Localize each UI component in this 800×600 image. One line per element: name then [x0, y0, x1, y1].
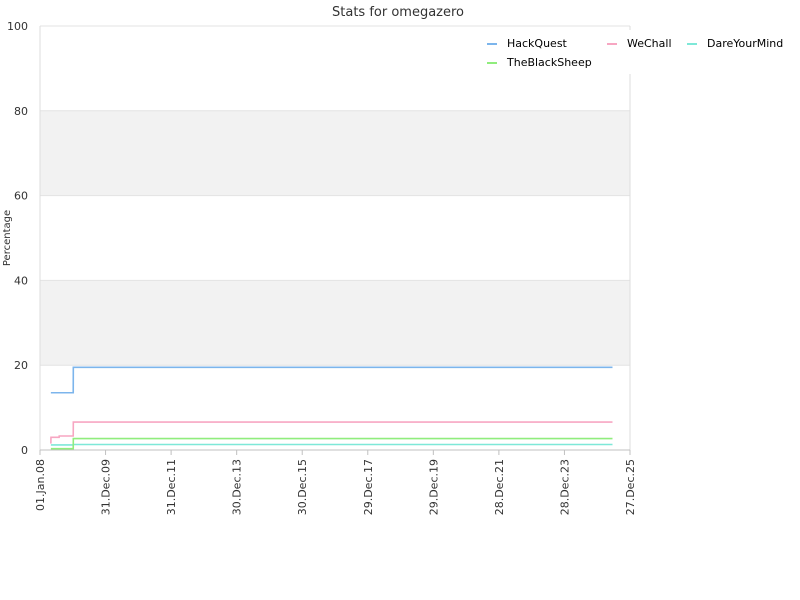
legend-label: DareYourMind: [707, 37, 783, 50]
x-tick-label: 01.Jan.08: [34, 459, 47, 511]
x-tick-label: 29.Dec.19: [427, 459, 440, 515]
y-tick-label: 100: [7, 20, 28, 33]
x-tick-label: 28.Dec.23: [558, 459, 571, 515]
y-axis-title: Percentage: [2, 210, 13, 266]
y-tick-label: 60: [14, 190, 28, 203]
y-tick-label: 0: [21, 444, 28, 457]
x-tick-label: 28.Dec.21: [493, 459, 506, 515]
legend-label: WeChall: [627, 37, 672, 50]
y-tick-label: 80: [14, 105, 28, 118]
y-tick-label: 20: [14, 359, 28, 372]
line-chart: 0 20 40 60 80 100 01.Jan.08 31.Dec.09 31.Dec.11 3…: [0, 0, 800, 600]
x-tick-label: 30.Dec.13: [231, 459, 244, 515]
x-tick-label: 27.Dec.25: [624, 459, 637, 515]
x-tick-label: 29.Dec.17: [362, 459, 375, 515]
legend-label: TheBlackSheep: [506, 56, 592, 69]
x-tick-label: 30.Dec.15: [296, 459, 309, 515]
legend-label: HackQuest: [507, 37, 568, 50]
plot-band: [40, 280, 630, 366]
x-tick-label: 31.Dec.09: [100, 459, 113, 515]
plot-band: [40, 110, 630, 196]
x-tick-label: 31.Dec.11: [165, 459, 178, 515]
chart-title: Stats for omegazero: [332, 5, 464, 20]
legend: HackQuest WeChall DareYourMind TheBlackShee…: [478, 30, 790, 74]
y-tick-label: 40: [14, 274, 28, 287]
